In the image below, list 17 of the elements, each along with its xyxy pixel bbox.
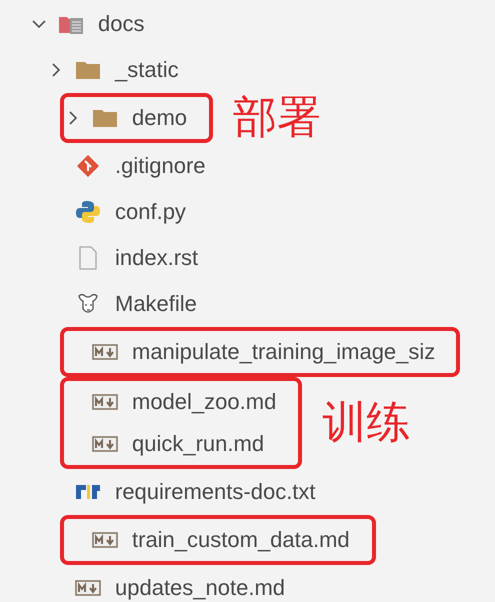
folder-name[interactable]: demo xyxy=(132,107,188,129)
file-name[interactable]: quick_run.md xyxy=(132,433,264,455)
annotation-label: 部署 xyxy=(233,96,322,140)
python-icon xyxy=(75,200,101,224)
file-name[interactable]: index.rst xyxy=(115,247,198,269)
file-name[interactable]: .gitignore xyxy=(115,155,206,177)
file-name[interactable]: train_custom_data.md xyxy=(132,529,350,551)
file-name[interactable]: requirements-doc.txt xyxy=(115,481,316,503)
diamond-icon xyxy=(75,154,101,178)
file-name[interactable]: model_zoo.md xyxy=(132,391,276,413)
file-name[interactable]: conf.py xyxy=(115,201,186,223)
file-name[interactable]: manipulate_training_image_siz xyxy=(132,341,436,363)
file-name[interactable]: Makefile xyxy=(115,293,197,315)
annotation-label: 训练 xyxy=(322,401,410,445)
file-name[interactable]: updates_note.md xyxy=(115,577,286,599)
folder-name[interactable]: _static xyxy=(115,59,179,81)
folder-name[interactable]: docs xyxy=(98,13,144,35)
